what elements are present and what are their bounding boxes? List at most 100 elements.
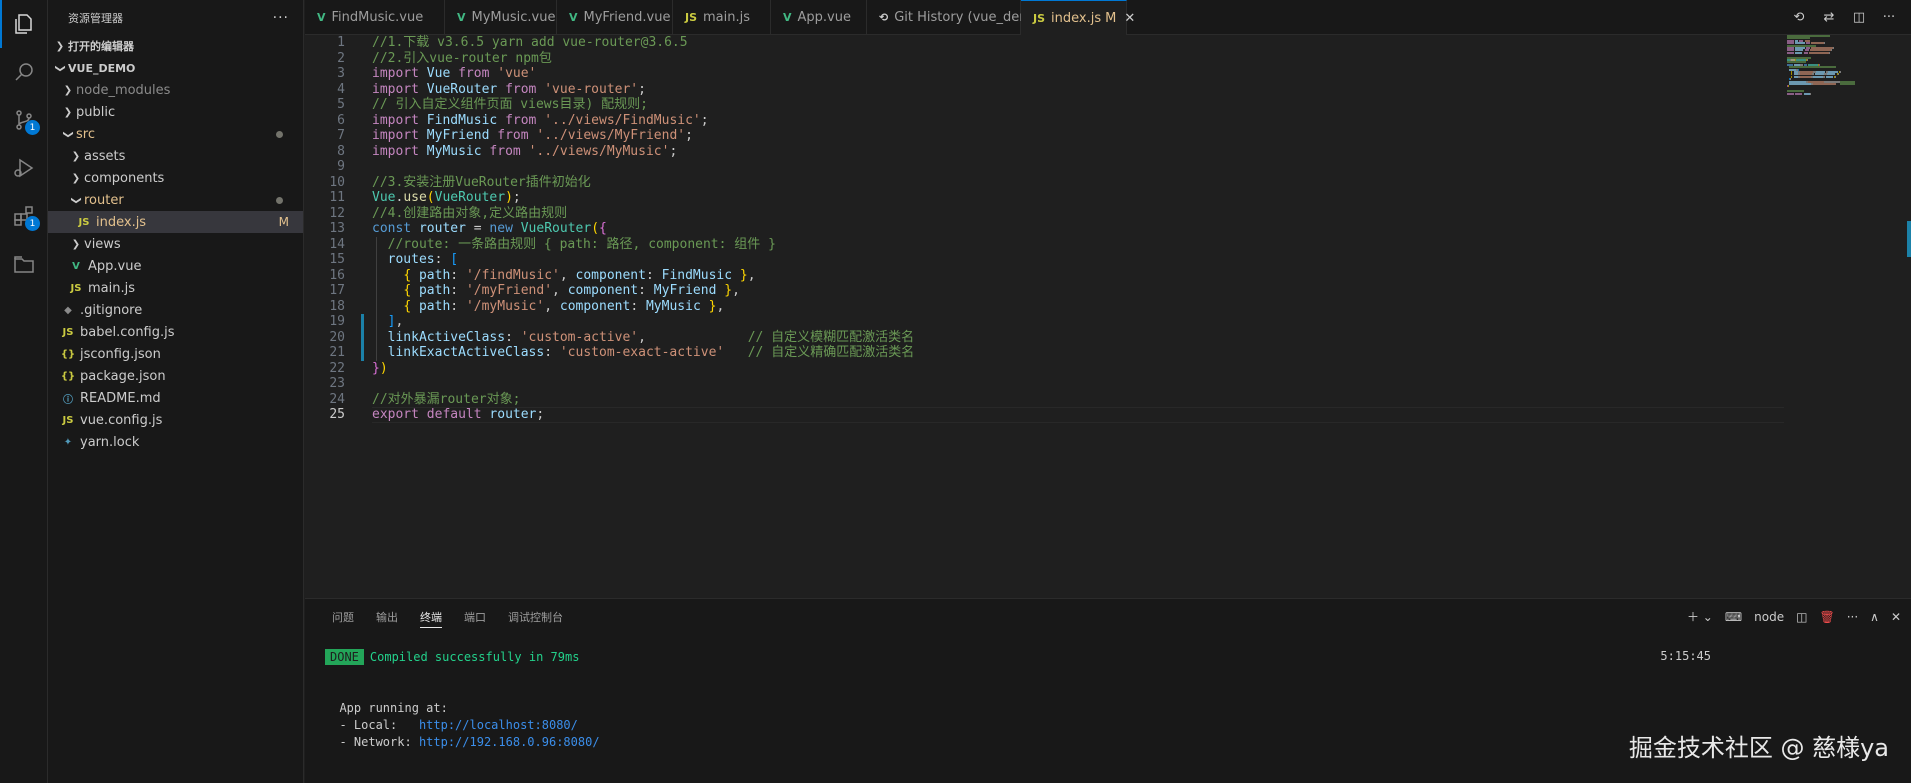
- tab-main-js[interactable]: JS main.js: [673, 0, 771, 35]
- code-token: from: [458, 66, 490, 81]
- tree-folder[interactable]: ❯ views: [48, 233, 303, 255]
- minimap[interactable]: [1787, 35, 1897, 135]
- open-editors-section[interactable]: ❯ 打开的编辑器: [48, 35, 303, 57]
- code-token: :: [645, 267, 662, 283]
- code-line[interactable]: 19 ],: [305, 314, 1785, 330]
- code-token: MyMusic: [645, 298, 701, 314]
- code-line[interactable]: 8 import MyMusic from '../views/MyMusic';: [305, 144, 1785, 160]
- babel-file-icon: JS: [62, 326, 74, 338]
- new-terminal-icon[interactable]: ＋ ⌄: [1687, 608, 1713, 625]
- run-debug-icon[interactable]: [0, 144, 48, 192]
- info-file-icon: ⓘ: [63, 394, 73, 406]
- terminal-shell-icon[interactable]: ⌨: [1725, 610, 1742, 624]
- split-editor-icon[interactable]: ◫: [1849, 8, 1869, 28]
- tree-folder[interactable]: ❯ assets: [48, 145, 303, 167]
- code-line[interactable]: 15 routes: [: [305, 252, 1785, 268]
- code-line[interactable]: 11 Vue.use(VueRouter);: [305, 190, 1785, 206]
- more-actions-icon[interactable]: ···: [1847, 610, 1858, 624]
- kill-terminal-icon[interactable]: 🗑: [1819, 610, 1834, 624]
- compare-icon[interactable]: ⇄: [1819, 8, 1839, 28]
- code-line[interactable]: 16 { path: '/findMusic', component: Find…: [305, 268, 1785, 284]
- tree-folder[interactable]: ❯ src: [48, 123, 303, 145]
- tree-folder[interactable]: ❯ node_modules: [48, 79, 303, 101]
- code-line[interactable]: 24 //对外暴漏router对象;: [305, 392, 1785, 408]
- chevron-right-icon: ❯: [71, 238, 81, 250]
- tree-file[interactable]: ⓘ README.md: [48, 387, 303, 409]
- code-line[interactable]: 3 import Vue from 'vue': [305, 66, 1785, 82]
- code-line[interactable]: 22}): [305, 361, 1785, 377]
- code-token: path: [418, 267, 451, 283]
- code-token: from: [505, 112, 537, 128]
- code-line[interactable]: 14 //route: 一条路由规则 { path: 路径, component…: [305, 237, 1785, 253]
- code-line[interactable]: 18 { path: '/myMusic', component: MyMusi…: [305, 299, 1785, 315]
- tree-file[interactable]: JS vue.config.js: [48, 409, 303, 431]
- tree-file[interactable]: {} package.json: [48, 365, 303, 387]
- extensions-icon[interactable]: 1: [0, 192, 48, 240]
- code-line[interactable]: 17 { path: '/myFriend', component: MyFri…: [305, 283, 1785, 299]
- tree-file[interactable]: ✦ yarn.lock: [48, 431, 303, 453]
- panel-tab[interactable]: 终端: [409, 599, 453, 634]
- panel-tab[interactable]: 输出: [365, 599, 409, 634]
- code-line[interactable]: 23: [305, 376, 1785, 392]
- tree-file[interactable]: JS babel.config.js: [48, 321, 303, 343]
- code-line[interactable]: 6 import FindMusic from '../views/FindMus…: [305, 113, 1785, 129]
- tree-file[interactable]: ◆ .gitignore: [48, 299, 303, 321]
- more-actions-icon[interactable]: ···: [273, 10, 289, 26]
- panel-tab[interactable]: 端口: [453, 599, 497, 634]
- code-line[interactable]: 10 //3.安装注册VueRouter插件初始化: [305, 175, 1785, 191]
- tab-index-js[interactable]: JS index.js M ✕: [1021, 0, 1135, 35]
- timeline-icon[interactable]: ⟲: [1789, 8, 1809, 28]
- tree-file[interactable]: {} jsconfig.json: [48, 343, 303, 365]
- code-line[interactable]: 7 import MyFriend from '../views/MyFriend…: [305, 128, 1785, 144]
- code-text: import Vue from 'vue': [372, 66, 536, 82]
- tree-file[interactable]: V App.vue: [48, 255, 303, 277]
- tab-git-history-vue-demo-[interactable]: ⟲ Git History (vue_demo): [867, 0, 1045, 35]
- tree-file[interactable]: JS main.js: [48, 277, 303, 299]
- code-line[interactable]: 20 linkActiveClass: 'custom-active', // …: [305, 329, 1785, 345]
- close-icon[interactable]: ✕: [1124, 11, 1135, 26]
- code-line[interactable]: 9: [305, 159, 1785, 175]
- chevron-right-icon: ❯: [63, 106, 73, 118]
- code-line[interactable]: 21 linkExactActiveClass: 'custom-exact-a…: [305, 345, 1785, 361]
- tab-findmusic-vue[interactable]: V FindMusic.vue: [305, 0, 445, 35]
- code-token: :: [630, 298, 646, 314]
- code-line[interactable]: 25 export default router;: [305, 407, 1785, 423]
- local-url-link[interactable]: http://localhost:8080/: [419, 718, 578, 732]
- code-line[interactable]: 12 //4.创建路由对象,定义路由规则: [305, 206, 1785, 222]
- tree-file[interactable]: JS index.js M: [48, 211, 303, 233]
- tab-app-vue[interactable]: V App.vue: [771, 0, 867, 35]
- search-icon[interactable]: [0, 48, 48, 96]
- tree-folder[interactable]: ❯ public: [48, 101, 303, 123]
- explorer-icon[interactable]: [0, 0, 48, 48]
- maximize-panel-icon[interactable]: ∧: [1870, 610, 1879, 624]
- line-number: 20: [329, 329, 345, 345]
- network-url-link[interactable]: http://192.168.0.96:8080/: [419, 735, 600, 749]
- minimap-token: [1791, 75, 1793, 78]
- tree-folder[interactable]: ❯ components: [48, 167, 303, 189]
- code-line[interactable]: 1 //1.下载 v3.6.5 yarn add vue-router@3.6.5: [305, 35, 1785, 51]
- code-line[interactable]: 13 const router = new VueRouter({: [305, 221, 1785, 237]
- terminal-shell-label[interactable]: node: [1754, 610, 1784, 624]
- chevron-right-icon: ❯: [71, 150, 81, 162]
- more-actions-icon[interactable]: ···: [1879, 8, 1899, 28]
- code-line[interactable]: 5 // 引入自定义组件页面 views目录) 配规则;: [305, 97, 1785, 113]
- remote-explorer-icon[interactable]: [0, 240, 48, 288]
- tab-mymusic-vue[interactable]: V MyMusic.vue: [445, 0, 557, 35]
- close-panel-icon[interactable]: ✕: [1891, 610, 1901, 624]
- tree-folder[interactable]: ❯ router: [48, 189, 303, 211]
- line-number: 24: [329, 391, 345, 407]
- split-terminal-icon[interactable]: ◫: [1796, 610, 1807, 624]
- code-line[interactable]: 2 //2.引入vue-router npm包: [305, 51, 1785, 67]
- code-line[interactable]: 4 import VueRouter from 'vue-router';: [305, 82, 1785, 98]
- panel-tab[interactable]: 问题: [321, 599, 365, 634]
- project-section[interactable]: ❯ VUE_DEMO: [48, 57, 303, 79]
- minimap-token: [1813, 75, 1824, 78]
- panel-tab[interactable]: 调试控制台: [497, 599, 574, 634]
- code-editor[interactable]: 1 //1.下载 v3.6.5 yarn add vue-router@3.6.5…: [305, 35, 1911, 598]
- tab-myfriend-vue[interactable]: V MyFriend.vue: [557, 0, 673, 35]
- minimap-token: [1810, 92, 1812, 95]
- source-control-icon[interactable]: 1: [0, 96, 48, 144]
